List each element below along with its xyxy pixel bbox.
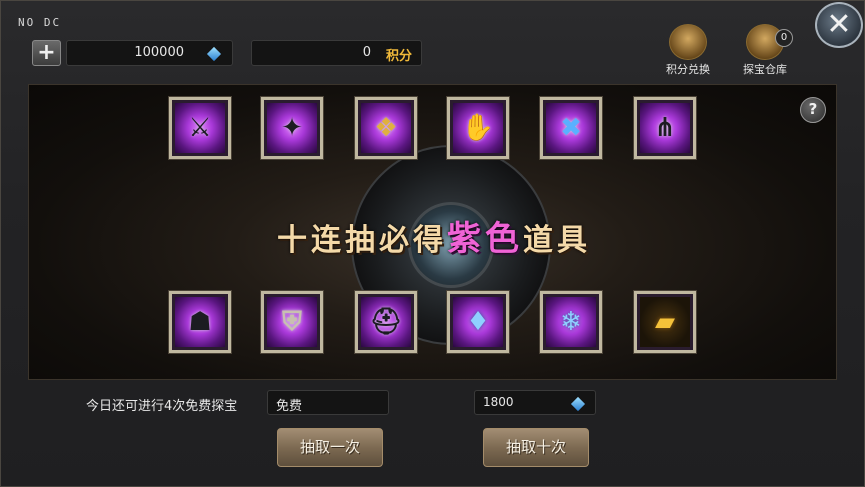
points-unit-label: 积分 xyxy=(386,49,413,64)
points-balance-field: 0 积分 xyxy=(251,40,422,66)
claw-blades-icon: ⋔ xyxy=(654,113,676,143)
draw-once-button[interactable]: 抽取一次 xyxy=(277,428,383,467)
reward-slot[interactable]: ❄ xyxy=(540,291,602,353)
blue-crystal-cluster-icon: ❄ xyxy=(560,307,582,337)
reward-slot[interactable]: ✋ xyxy=(447,97,509,159)
hooded-cloak-icon: ☗ xyxy=(188,307,212,337)
plus-icon: + xyxy=(37,40,56,65)
ten-draw-cost-field: 1800 xyxy=(474,390,596,415)
add-diamonds-button[interactable]: + xyxy=(32,40,61,66)
reward-slot[interactable]: ▰ xyxy=(634,291,696,353)
storage-count-badge: 0 xyxy=(775,29,793,47)
treasure-storage-button[interactable]: 0 探宝仓库 xyxy=(735,24,795,76)
points-exchange-icon xyxy=(669,24,707,60)
crossbow-orb-icon: ✦ xyxy=(281,113,303,143)
reward-slot[interactable]: ⛑ xyxy=(355,291,417,353)
headline-part1: 十连抽必得 xyxy=(277,223,447,258)
headline-highlight: 紫色 xyxy=(447,219,523,259)
dark-helmet-icon: ⛑ xyxy=(369,307,403,337)
reward-slot[interactable]: ⛨ xyxy=(261,291,323,353)
points-exchange-label: 积分兑换 xyxy=(666,63,710,76)
close-button[interactable]: ✕ xyxy=(815,2,863,48)
single-draw-cost-field: 免费 xyxy=(267,390,389,415)
promo-headline: 十连抽必得紫色道具 xyxy=(269,211,599,260)
reward-slot[interactable]: ✦ xyxy=(261,97,323,159)
dark-gauntlet-icon: ✋ xyxy=(461,113,495,143)
reward-slot[interactable]: ✖ xyxy=(540,97,602,159)
armor-piece-icon: ⚔ xyxy=(188,113,212,143)
diamond-balance-field: 100000 xyxy=(66,40,233,66)
blue-crystal-icon: ♦ xyxy=(466,307,490,337)
diamond-icon xyxy=(206,46,222,62)
ten-draw-cost-value: 1800 xyxy=(483,395,514,409)
corner-label: NO DC xyxy=(18,16,62,29)
reward-showcase: ? ⚔ ✦ ❖ ✋ ✖ ⋔ 十连抽必得紫色道具 ☗ ⛨ ⛑ ♦ ❄ ▰ xyxy=(28,84,837,380)
single-draw-cost-value: 免费 xyxy=(276,399,303,414)
diamond-balance-value: 100000 xyxy=(134,45,184,60)
diamond-icon xyxy=(570,396,586,412)
headline-part3: 道具 xyxy=(523,223,591,258)
question-icon: ? xyxy=(808,100,818,118)
treasure-storage-label: 探宝仓库 xyxy=(743,63,787,76)
gold-bars-icon: ▰ xyxy=(655,307,675,337)
reward-slot[interactable]: ☗ xyxy=(169,291,231,353)
points-exchange-button[interactable]: 积分兑换 xyxy=(658,24,718,76)
chest-armor-icon: ⛨ xyxy=(282,306,302,337)
points-balance-value: 0 xyxy=(362,45,371,60)
draw-ten-button[interactable]: 抽取十次 xyxy=(483,428,589,467)
gold-scroll-icon: ❖ xyxy=(374,113,398,143)
blue-gem-weapon-icon: ✖ xyxy=(560,113,582,143)
reward-slot[interactable]: ❖ xyxy=(355,97,417,159)
close-icon: ✕ xyxy=(826,7,852,42)
help-button[interactable]: ? xyxy=(800,97,826,123)
reward-slot[interactable]: ♦ xyxy=(447,291,509,353)
reward-slot[interactable]: ⋔ xyxy=(634,97,696,159)
free-attempts-text: 今日还可进行4次免费探宝 xyxy=(86,399,238,414)
reward-slot[interactable]: ⚔ xyxy=(169,97,231,159)
